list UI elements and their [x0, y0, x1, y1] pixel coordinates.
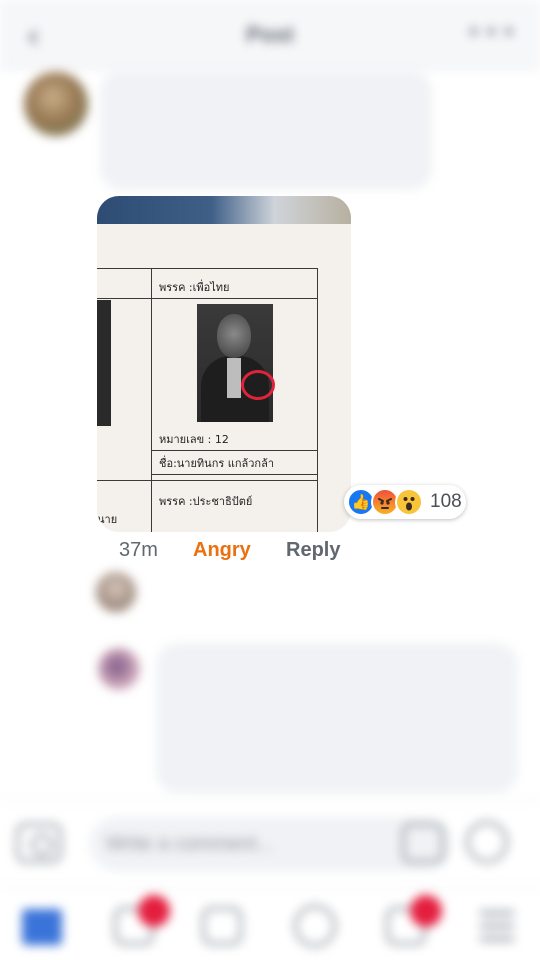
sticker-icon[interactable]: [402, 823, 444, 863]
page-title: Post: [246, 22, 294, 47]
left-fragment: นาย: [97, 513, 118, 526]
wow-icon: [395, 488, 423, 516]
notification-badge: [138, 895, 170, 927]
notifications-icon[interactable]: [384, 895, 442, 947]
comment-input[interactable]: Write a comment...: [90, 817, 452, 871]
candidate-name: ชื่อ:นายทินกร แกล้วกล้า: [159, 457, 275, 470]
highlight-circle: [241, 370, 275, 400]
news-feed-icon[interactable]: [22, 903, 66, 947]
party-label: พรรค :เพื่อไทย: [159, 281, 230, 294]
bottom-nav: [0, 886, 540, 960]
menu-icon[interactable]: [474, 903, 518, 947]
comment-timestamp: 37m: [119, 539, 158, 561]
camera-icon[interactable]: [16, 823, 62, 863]
watch-icon[interactable]: [292, 903, 336, 947]
back-icon[interactable]: ‹: [26, 16, 40, 57]
friends-icon[interactable]: [112, 895, 170, 947]
ballot-paper: พรรค :เพื่อไทย หมายเลข : 12 ชื่อ:นายทินก…: [97, 224, 351, 532]
party-label-bottom: พรรค :ประชาธิปัตย์: [159, 495, 253, 508]
angry-reaction-button[interactable]: Angry: [193, 539, 251, 562]
comment-bubble: [100, 70, 432, 190]
comment-photo[interactable]: พรรค :เพื่อไทย หมายเลข : 12 ชื่อ:นายทินก…: [97, 196, 351, 532]
notification-badge: [410, 895, 442, 927]
candidate-portrait: [197, 304, 273, 422]
comment-composer: Write a comment...: [0, 800, 540, 886]
more-icon[interactable]: •••: [465, 16, 518, 49]
reply-avatar[interactable]: [96, 572, 136, 612]
comment-bubble: [156, 643, 518, 793]
candidate-number: หมายเลข : 12: [159, 433, 229, 446]
adjacent-candidate-photo: [97, 300, 111, 426]
reaction-count: 108: [430, 491, 462, 512]
commenter-avatar[interactable]: [98, 648, 140, 690]
commenter-avatar[interactable]: [24, 72, 88, 136]
reply-button[interactable]: Reply: [286, 539, 340, 562]
post-header: ‹ Post •••: [0, 0, 540, 70]
emoji-icon[interactable]: [466, 821, 508, 863]
marketplace-icon[interactable]: [200, 903, 244, 947]
reaction-summary[interactable]: 👍 108: [344, 485, 466, 519]
